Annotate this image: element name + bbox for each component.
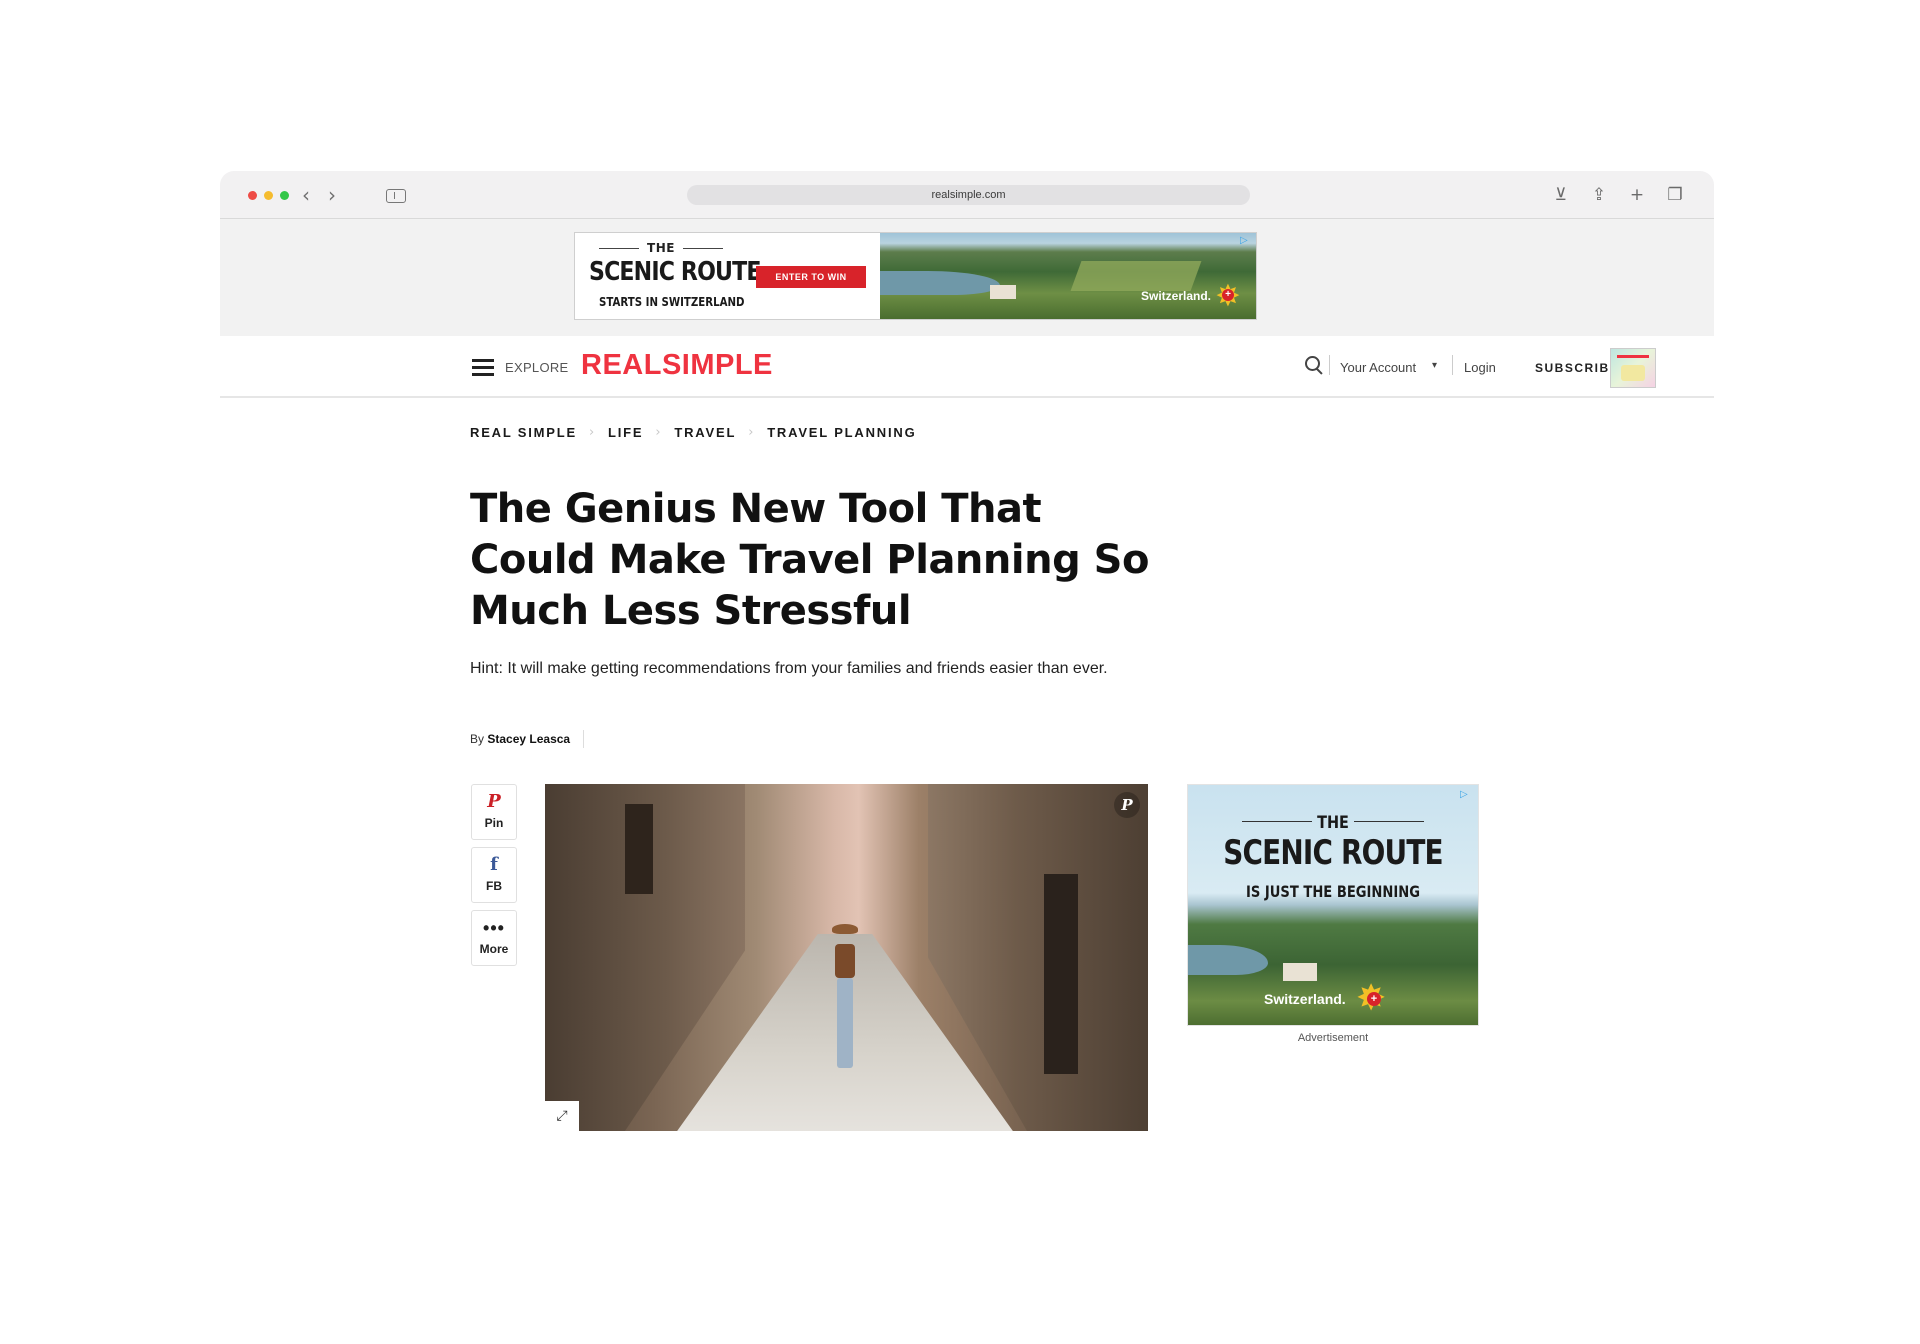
field-shape: [1070, 261, 1202, 291]
download-icon[interactable]: ⊻: [1550, 183, 1572, 207]
byline-divider: [583, 730, 584, 748]
subscribe-link[interactable]: SUBSCRIBE: [1535, 361, 1619, 375]
site-header: EXPLORE REALSIMPLE Your Account ▾ Login …: [220, 336, 1714, 398]
castle-shape: [990, 285, 1016, 299]
door-shape: [1044, 874, 1078, 1074]
more-dots-icon: •••: [483, 918, 505, 938]
new-tab-icon[interactable]: +: [1626, 183, 1648, 207]
top-banner-ad[interactable]: THE SCENIC ROUTE STARTS IN SWITZERLAND E…: [574, 232, 1257, 320]
side-ad-the: THE: [1317, 813, 1349, 833]
more-share-button[interactable]: ••• More: [471, 910, 517, 966]
top-ad-container: THE SCENIC ROUTE STARTS IN SWITZERLAND E…: [220, 219, 1714, 336]
site-logo[interactable]: REALSIMPLE: [581, 349, 773, 382]
lake-shape: [1188, 945, 1268, 975]
side-ad-brand: Switzerland.: [1264, 991, 1346, 1007]
breadcrumb-item[interactable]: TRAVEL: [674, 425, 736, 440]
login-link[interactable]: Login: [1464, 360, 1496, 375]
chevron-right-icon: ›: [655, 425, 663, 440]
window-shape: [625, 804, 653, 894]
enter-to-win-button[interactable]: ENTER TO WIN: [756, 266, 866, 288]
top-ad-brand: Switzerland.: [1140, 289, 1211, 303]
sidebar-ad[interactable]: THE SCENIC ROUTE IS JUST THE BEGINNING S…: [1187, 784, 1479, 1026]
top-ad-headline: SCENIC ROUTE: [589, 257, 761, 287]
legs-shape: [837, 978, 853, 1068]
pin-share-button[interactable]: P Pin: [471, 784, 517, 840]
header-divider: [1329, 355, 1330, 375]
hat-shape: [832, 924, 858, 934]
pin-label: Pin: [484, 816, 504, 830]
header-divider: [1452, 355, 1453, 375]
search-icon[interactable]: [1305, 356, 1325, 376]
advertisement-label: Advertisement: [1297, 1032, 1369, 1044]
article-headline: The Genius New Tool That Could Make Trav…: [470, 486, 1149, 634]
chevron-right-icon: ›: [748, 425, 756, 440]
pinterest-icon: P: [487, 791, 501, 812]
minimize-window-button[interactable]: [264, 191, 273, 200]
magazine-cover-thumbnail[interactable]: [1610, 348, 1656, 388]
browser-toolbar: ‹ › realsimple.com ⊻ ⇪ + ❐: [220, 171, 1714, 219]
traveler-figure: [830, 924, 860, 1074]
forward-icon[interactable]: ›: [322, 183, 342, 207]
side-ad-headline: SCENIC ROUTE: [1223, 833, 1443, 873]
byline-prefix: By: [470, 732, 485, 746]
castle-shape: [1283, 963, 1317, 981]
zoom-window-button[interactable]: [280, 191, 289, 200]
chevron-down-icon[interactable]: ▾: [1432, 360, 1437, 371]
top-ad-the: THE: [591, 241, 731, 255]
sidebar-icon[interactable]: [386, 189, 406, 203]
tabs-icon[interactable]: ❐: [1664, 183, 1686, 207]
breadcrumb-item[interactable]: REAL SIMPLE: [470, 425, 577, 440]
facebook-icon: f: [490, 854, 498, 875]
top-ad-copy: THE SCENIC ROUTE STARTS IN SWITZERLAND E…: [575, 233, 880, 319]
fb-label: FB: [486, 879, 502, 893]
browser-window: ‹ › realsimple.com ⊻ ⇪ + ❐ THE SCENIC RO…: [220, 171, 1714, 1131]
toolbar-actions: ⊻ ⇪ + ❐: [1550, 183, 1686, 207]
expand-icon[interactable]: ⤢: [545, 1101, 579, 1131]
breadcrumb-item[interactable]: LIFE: [608, 425, 643, 440]
author-link[interactable]: Stacey Leasca: [487, 732, 570, 746]
byline: By Stacey Leasca: [470, 732, 570, 746]
close-window-button[interactable]: [248, 191, 257, 200]
backpack-shape: [835, 944, 855, 978]
top-ad-subline: STARTS IN SWITZERLAND: [599, 295, 745, 309]
explore-link[interactable]: EXPLORE: [505, 360, 569, 375]
back-icon[interactable]: ‹: [296, 183, 316, 207]
address-bar[interactable]: realsimple.com: [687, 185, 1250, 205]
adchoices-icon[interactable]: ▷: [1460, 789, 1472, 801]
pinterest-save-icon[interactable]: P: [1114, 792, 1140, 818]
lake-shape: [880, 271, 1000, 295]
account-menu[interactable]: Your Account: [1340, 360, 1416, 375]
article-content: REAL SIMPLE › LIFE › TRAVEL › TRAVEL PLA…: [220, 398, 1714, 1131]
article-dek: Hint: It will make getting recommendatio…: [470, 660, 1108, 677]
menu-icon[interactable]: [472, 359, 494, 376]
breadcrumb: REAL SIMPLE › LIFE › TRAVEL › TRAVEL PLA…: [470, 425, 917, 440]
share-icon[interactable]: ⇪: [1588, 183, 1610, 207]
side-ad-subline: IS JUST THE BEGINNING: [1245, 882, 1421, 901]
chevron-right-icon: ›: [588, 425, 596, 440]
adchoices-icon[interactable]: ▷: [1240, 235, 1252, 247]
window-controls: [248, 191, 289, 200]
top-ad-landscape-image: Switzerland. ✸ + ▷: [880, 233, 1256, 319]
swiss-cross-icon: +: [1367, 992, 1381, 1006]
swiss-cross-icon: +: [1222, 289, 1234, 301]
hero-image[interactable]: P ⤢: [545, 784, 1148, 1131]
facebook-share-button[interactable]: f FB: [471, 847, 517, 903]
more-label: More: [479, 942, 509, 956]
breadcrumb-item[interactable]: TRAVEL PLANNING: [767, 425, 916, 440]
